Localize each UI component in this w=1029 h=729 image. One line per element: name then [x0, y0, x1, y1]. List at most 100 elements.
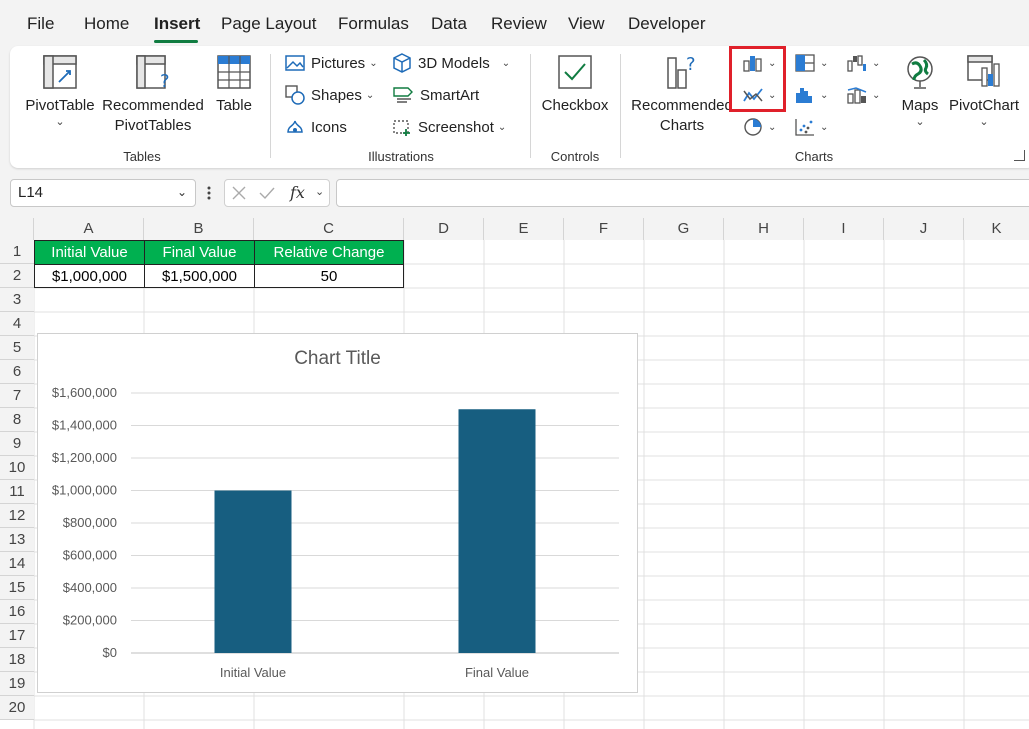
3d-models-button[interactable]: 3D Models ⌄: [392, 52, 510, 74]
row-header-19[interactable]: 19: [0, 672, 34, 696]
icons-icon: [287, 120, 303, 133]
chevron-down-icon: ⌄: [872, 57, 881, 69]
chevron-down-icon: ⌄: [820, 121, 829, 133]
row-header-10[interactable]: 10: [0, 456, 34, 480]
scatter-chart-button[interactable]: ⌄: [794, 116, 828, 138]
x-category-label: Initial Value: [220, 665, 286, 680]
column-header-j[interactable]: J: [884, 218, 964, 240]
row-header-17[interactable]: 17: [0, 624, 34, 648]
bar[interactable]: [458, 409, 536, 653]
recommended-pivottables-label-1: Recommended: [102, 97, 204, 114]
group-label-controls: Controls: [550, 149, 600, 164]
column-header-h[interactable]: H: [724, 218, 804, 240]
cell-c1[interactable]: Relative Change: [254, 240, 404, 265]
pivottable-button[interactable]: PivotTable ⌄: [24, 54, 96, 128]
row-header-2[interactable]: 2: [0, 264, 34, 288]
insert-function-icon[interactable]: fx: [290, 183, 305, 202]
chevron-down-icon: ⌄: [369, 57, 378, 69]
bar-chart[interactable]: Chart Title $0 $200,000 $400,000 $600,000 $8…: [37, 333, 638, 693]
row-header-16[interactable]: 16: [0, 600, 34, 624]
row-header-15[interactable]: 15: [0, 576, 34, 600]
charts-dialog-launcher-icon[interactable]: [1014, 150, 1025, 161]
row-header-4[interactable]: 4: [0, 312, 34, 336]
table-button[interactable]: Table: [212, 54, 256, 116]
column-header-f[interactable]: F: [564, 218, 644, 240]
smartart-button[interactable]: SmartArt: [392, 84, 479, 106]
name-box-value: L14: [18, 184, 44, 201]
waterfall-chart-button[interactable]: ⌄: [846, 52, 880, 74]
icons-button[interactable]: Icons: [285, 116, 347, 138]
tab-page-layout[interactable]: Page Layout: [221, 14, 316, 34]
row-header-18[interactable]: 18: [0, 648, 34, 672]
cell-b2[interactable]: $1,500,000: [144, 264, 255, 288]
chevron-down-icon[interactable]: ⌄: [315, 185, 324, 198]
tab-formulas[interactable]: Formulas: [338, 14, 409, 34]
combo-chart-icon: [847, 87, 867, 104]
column-header-i[interactable]: I: [804, 218, 884, 240]
pictures-button[interactable]: Pictures ⌄: [285, 52, 378, 74]
row-header-8[interactable]: 8: [0, 408, 34, 432]
row-header-7[interactable]: 7: [0, 384, 34, 408]
tab-file[interactable]: File: [27, 14, 54, 34]
row-header-13[interactable]: 13: [0, 528, 34, 552]
statistic-chart-button[interactable]: ⌄: [794, 84, 828, 106]
cell-a1[interactable]: Initial Value: [34, 240, 145, 265]
row-header-6[interactable]: 6: [0, 360, 34, 384]
row-header-20[interactable]: 20: [0, 696, 34, 720]
column-header-c[interactable]: C: [254, 218, 404, 240]
pivotchart-icon: [967, 55, 1000, 87]
chevron-down-icon: ⌄: [820, 57, 829, 69]
recommended-pivottables-button[interactable]: ? Recommended PivotTables: [102, 54, 204, 136]
column-header-g[interactable]: G: [644, 218, 724, 240]
formula-input[interactable]: [336, 179, 1029, 207]
pivotchart-button[interactable]: PivotChart ⌄: [948, 54, 1020, 128]
column-header-a[interactable]: A: [34, 218, 144, 240]
tab-developer[interactable]: Developer: [628, 14, 706, 34]
shapes-label: Shapes: [311, 86, 362, 104]
select-all-corner[interactable]: [0, 218, 34, 240]
pie-chart-button[interactable]: ⌄: [742, 116, 776, 138]
row-header-1[interactable]: 1: [0, 240, 34, 264]
maps-button[interactable]: Maps ⌄: [898, 54, 942, 128]
x-category-label: Final Value: [465, 665, 529, 680]
recommended-charts-button[interactable]: ? Recommended Charts: [630, 54, 734, 136]
cell-b1[interactable]: Final Value: [144, 240, 255, 265]
name-box[interactable]: L14 ⌄: [10, 179, 196, 207]
hierarchy-chart-button[interactable]: ⌄: [794, 52, 828, 74]
group-label-illustrations: Illustrations: [368, 149, 434, 164]
tab-review[interactable]: Review: [491, 14, 547, 34]
more-options-icon[interactable]: [207, 185, 211, 201]
smartart-icon: [393, 87, 413, 103]
column-header-e[interactable]: E: [484, 218, 564, 240]
row-header-11[interactable]: 11: [0, 480, 34, 504]
bar[interactable]: [214, 490, 292, 654]
shapes-button[interactable]: Shapes ⌄: [285, 84, 374, 106]
tab-data[interactable]: Data: [431, 14, 467, 34]
column-header-d[interactable]: D: [404, 218, 484, 240]
row-header-5[interactable]: 5: [0, 336, 34, 360]
combo-chart-button[interactable]: ⌄: [846, 84, 880, 106]
enter-icon[interactable]: [259, 186, 275, 200]
tab-home[interactable]: Home: [84, 14, 129, 34]
tab-insert[interactable]: Insert: [154, 14, 200, 34]
row-header-12[interactable]: 12: [0, 504, 34, 528]
active-tab-indicator: [154, 40, 198, 43]
row-header-9[interactable]: 9: [0, 432, 34, 456]
y-tick-label: $400,000: [63, 580, 117, 595]
cancel-icon[interactable]: [232, 186, 246, 200]
cell-a2[interactable]: $1,000,000: [34, 264, 145, 288]
cell-c2[interactable]: 50: [254, 264, 404, 288]
row-header-14[interactable]: 14: [0, 552, 34, 576]
row-header-3[interactable]: 3: [0, 288, 34, 312]
chevron-down-icon: ⌄: [497, 121, 507, 133]
tab-view[interactable]: View: [568, 14, 605, 34]
checkbox-button[interactable]: Checkbox: [540, 54, 610, 116]
table-label: Table: [216, 97, 252, 114]
group-separator: [620, 54, 621, 158]
screenshot-button[interactable]: Screenshot ⌄: [392, 116, 506, 138]
svg-text:?: ?: [686, 54, 696, 75]
column-header-k[interactable]: K: [964, 218, 1029, 240]
column-header-b[interactable]: B: [144, 218, 254, 240]
chevron-down-icon: ⌄: [176, 185, 187, 199]
chevron-down-icon: ⌄: [979, 116, 989, 128]
